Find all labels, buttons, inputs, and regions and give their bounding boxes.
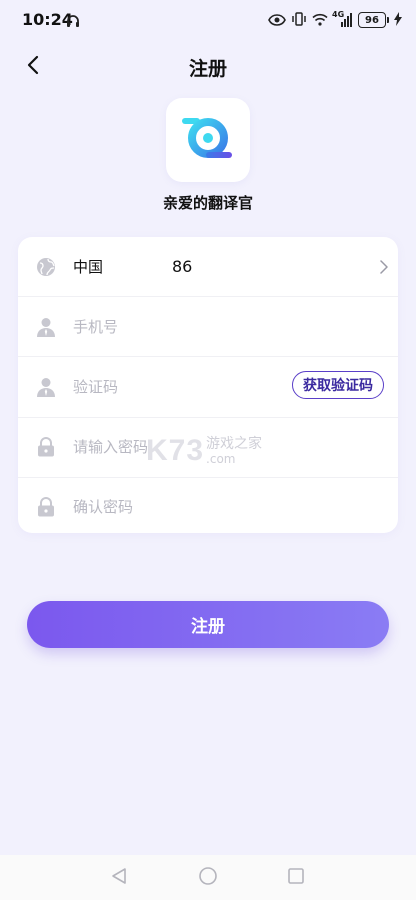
page-header: 注册 (0, 44, 416, 90)
page-title: 注册 (188, 58, 227, 80)
nav-back-button[interactable] (108, 867, 130, 889)
code-input[interactable] (73, 366, 278, 407)
vibrate-icon (292, 11, 306, 30)
app-logo-icon (176, 114, 240, 166)
country-code: 86 (172, 257, 193, 277)
lock-icon (36, 497, 56, 517)
chevron-right-icon (380, 259, 388, 278)
user-icon (36, 377, 56, 397)
country-name: 中国 (73, 258, 104, 277)
register-button[interactable]: 注册 (27, 601, 389, 648)
battery-icon: 96 (358, 12, 389, 28)
headphones-icon (66, 13, 80, 32)
square-recents-icon (287, 867, 305, 889)
password-row (18, 418, 398, 478)
confirm-password-input[interactable] (73, 487, 384, 528)
eye-icon (268, 11, 286, 30)
circle-home-icon (198, 866, 218, 890)
app-name: 亲爱的翻译官 (162, 194, 253, 212)
status-bar: 10:24 4G 96 (0, 0, 416, 40)
user-icon (36, 317, 56, 337)
code-row: 获取验证码 (18, 357, 398, 418)
country-selector[interactable]: 中国 86 (18, 237, 398, 298)
phone-input[interactable] (73, 306, 384, 347)
triangle-back-icon (111, 867, 127, 889)
system-nav-bar (0, 855, 416, 900)
app-logo (166, 98, 250, 182)
get-code-button[interactable]: 获取验证码 (292, 371, 384, 400)
wifi-icon (312, 11, 328, 30)
network-type: 4G (332, 10, 345, 19)
nav-recents-button[interactable] (285, 867, 307, 889)
battery-level: 96 (365, 14, 379, 26)
signal-icon: 4G (332, 10, 352, 27)
status-icons: 4G 96 (268, 10, 402, 30)
charging-icon (394, 11, 402, 30)
password-input[interactable] (73, 427, 384, 468)
nav-home-button[interactable] (197, 867, 219, 889)
lock-icon (36, 437, 56, 457)
phone-row (18, 297, 398, 358)
register-form: 中国 86 获取验证码 (18, 237, 398, 533)
confirm-password-row (18, 478, 398, 533)
globe-icon (36, 257, 56, 277)
